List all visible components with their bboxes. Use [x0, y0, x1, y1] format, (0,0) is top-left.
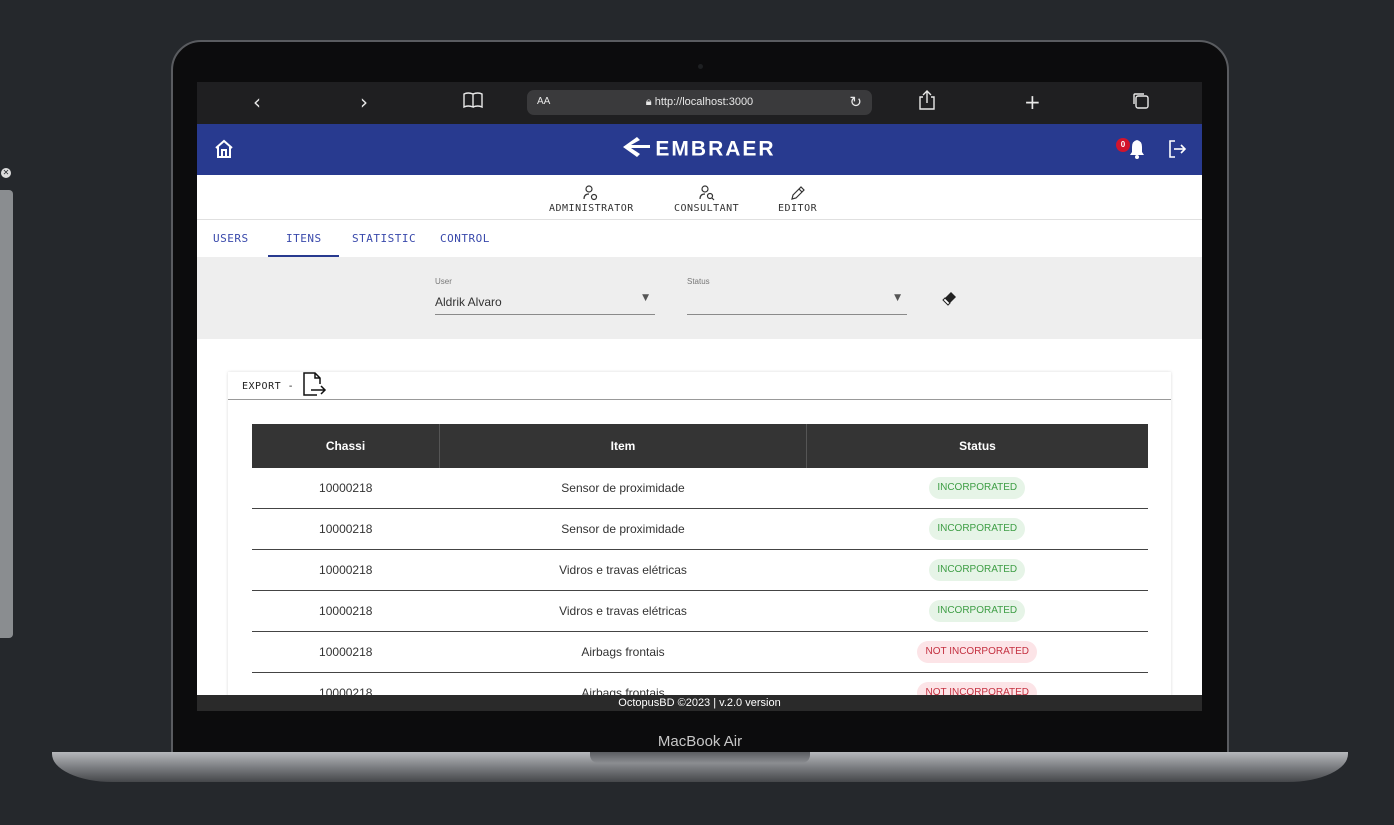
chassi-cell: 10000218 — [252, 468, 440, 509]
tab-statistic[interactable]: STATISTIC — [352, 232, 416, 245]
lock-icon: 🔒︎ — [645, 96, 652, 108]
chevron-down-icon: ▼ — [642, 293, 649, 303]
role-consultant[interactable]: CONSULTANT — [674, 185, 739, 214]
status-badge: INCORPORATED — [929, 477, 1026, 499]
user-select[interactable]: User Aldrik Alvaro ▼ — [435, 277, 655, 315]
card-header: EXPORT - — [228, 372, 1171, 400]
screen: ‹ › AA 🔒︎ http://localhost:3000 ↻ + EMBR… — [197, 82, 1202, 711]
status-select-label: Status — [687, 277, 710, 286]
chassi-cell: 10000218 — [252, 549, 440, 591]
table-row[interactable]: 10000218 Vidros e travas elétricas INCOR… — [252, 549, 1148, 591]
role-editor[interactable]: EDITOR — [778, 185, 817, 214]
url-text: http://localhost:3000 — [654, 96, 754, 108]
notification-count-badge: 0 — [1116, 138, 1130, 152]
chassi-cell: 10000218 — [252, 631, 440, 673]
address-bar[interactable]: AA 🔒︎ http://localhost:3000 ↻ — [527, 90, 872, 115]
items-card: EXPORT - Chassi Item Status 10000218 Sen… — [228, 372, 1171, 711]
status-badge: INCORPORATED — [929, 600, 1026, 622]
export-file-icon[interactable] — [301, 371, 327, 404]
browser-toolbar: ‹ › AA 🔒︎ http://localhost:3000 ↻ + — [197, 82, 1202, 124]
tab-itens[interactable]: ITENS — [286, 232, 322, 245]
tab-users[interactable]: USERS — [213, 232, 249, 245]
tabs-overview-icon[interactable] — [1131, 91, 1151, 116]
column-header-status[interactable]: Status — [806, 424, 1148, 468]
table-header-row: Chassi Item Status — [252, 424, 1148, 468]
status-select[interactable]: Status ▼ — [687, 277, 907, 315]
table-row[interactable]: 10000218 Sensor de proximidade INCORPORA… — [252, 468, 1148, 509]
table-row[interactable]: 10000218 Airbags frontais NOT INCORPORAT… — [252, 631, 1148, 673]
laptop-notch — [590, 752, 810, 763]
table-row[interactable]: 10000218 Sensor de proximidade INCORPORA… — [252, 508, 1148, 550]
column-header-item[interactable]: Item — [439, 424, 807, 468]
chassi-cell: 10000218 — [252, 590, 440, 632]
chevron-down-icon: ▼ — [894, 293, 901, 303]
item-cell: Vidros e travas elétricas — [439, 590, 807, 632]
new-tab-icon[interactable]: + — [1024, 90, 1041, 114]
item-cell: Sensor de proximidade — [439, 468, 807, 509]
user-gear-icon — [583, 185, 598, 201]
user-search-icon — [699, 185, 715, 201]
user-select-label: User — [435, 277, 452, 286]
side-panel — [0, 190, 13, 638]
footer: OctopusBD ©2023 | v.2.0 version — [197, 695, 1202, 711]
item-cell: Sensor de proximidade — [439, 508, 807, 550]
status-badge: INCORPORATED — [929, 518, 1026, 540]
column-header-chassi[interactable]: Chassi — [252, 424, 440, 468]
items-table: Chassi Item Status 10000218 Sensor de pr… — [252, 424, 1148, 711]
filter-bar: User Aldrik Alvaro ▼ Status ▼ — [197, 257, 1202, 339]
embraer-logo-icon — [623, 137, 651, 163]
device-label: MacBook Air — [657, 733, 743, 750]
notifications-button[interactable]: 0 — [1116, 138, 1148, 165]
pencil-icon — [790, 186, 805, 200]
tab-control[interactable]: CONTROL — [440, 232, 490, 245]
tab-bar: USERS ITENS STATISTIC CONTROL — [197, 220, 1202, 257]
reload-icon[interactable]: ↻ — [849, 93, 862, 111]
brand-name: EMBRAER — [655, 137, 776, 161]
eraser-icon[interactable] — [942, 290, 958, 311]
status-badge: NOT INCORPORATED — [917, 641, 1038, 663]
brand-logo: EMBRAER — [197, 137, 1202, 163]
share-icon[interactable] — [917, 89, 937, 116]
item-cell: Vidros e travas elétricas — [439, 549, 807, 591]
app-bar: EMBRAER 0 — [197, 124, 1202, 175]
role-administrator[interactable]: ADMINISTRATOR — [549, 185, 634, 214]
table-row[interactable]: 10000218 Vidros e travas elétricas INCOR… — [252, 590, 1148, 632]
bookmarks-icon[interactable] — [462, 89, 484, 116]
close-icon[interactable]: ✕ — [1, 168, 11, 178]
user-select-value: Aldrik Alvaro — [435, 295, 502, 309]
chassi-cell: 10000218 — [252, 508, 440, 550]
logout-icon[interactable] — [1166, 138, 1188, 165]
export-label: EXPORT - — [242, 381, 295, 392]
item-cell: Airbags frontais — [439, 631, 807, 673]
forward-icon[interactable]: › — [360, 90, 368, 114]
status-badge: INCORPORATED — [929, 559, 1026, 581]
back-icon[interactable]: ‹ — [253, 90, 261, 114]
role-selector: ADMINISTRATOR CONSULTANT EDITOR — [197, 175, 1202, 220]
camera — [698, 64, 703, 69]
